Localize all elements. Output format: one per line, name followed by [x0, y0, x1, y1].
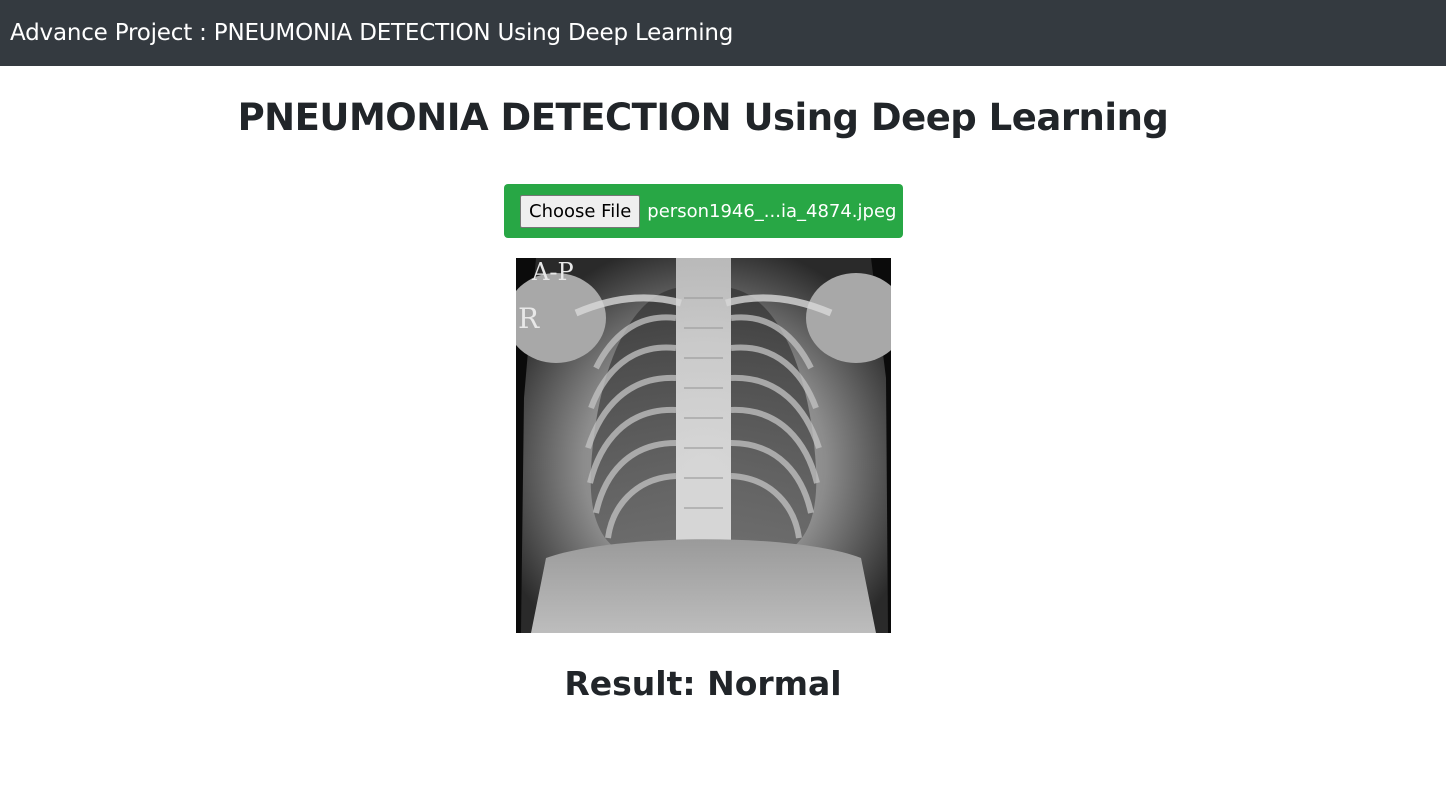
choose-file-button[interactable]: Choose File	[520, 194, 641, 228]
selected-file-name: person1946_...ia_4874.jpeg	[647, 200, 897, 222]
navbar-brand[interactable]: Advance Project : PNEUMONIA DETECTION Us…	[10, 20, 733, 46]
top-navbar: Advance Project : PNEUMONIA DETECTION Us…	[0, 0, 1446, 66]
file-upload-panel: Choose File person1946_...ia_4874.jpeg	[504, 184, 903, 238]
page-title: PNEUMONIA DETECTION Using Deep Learning	[237, 96, 1169, 139]
result-text: Result: Normal	[564, 664, 842, 703]
xray-marker-ap: A-P	[531, 258, 574, 286]
xray-marker-r: R	[518, 302, 540, 335]
chest-xray-image: A-P R	[516, 258, 891, 633]
